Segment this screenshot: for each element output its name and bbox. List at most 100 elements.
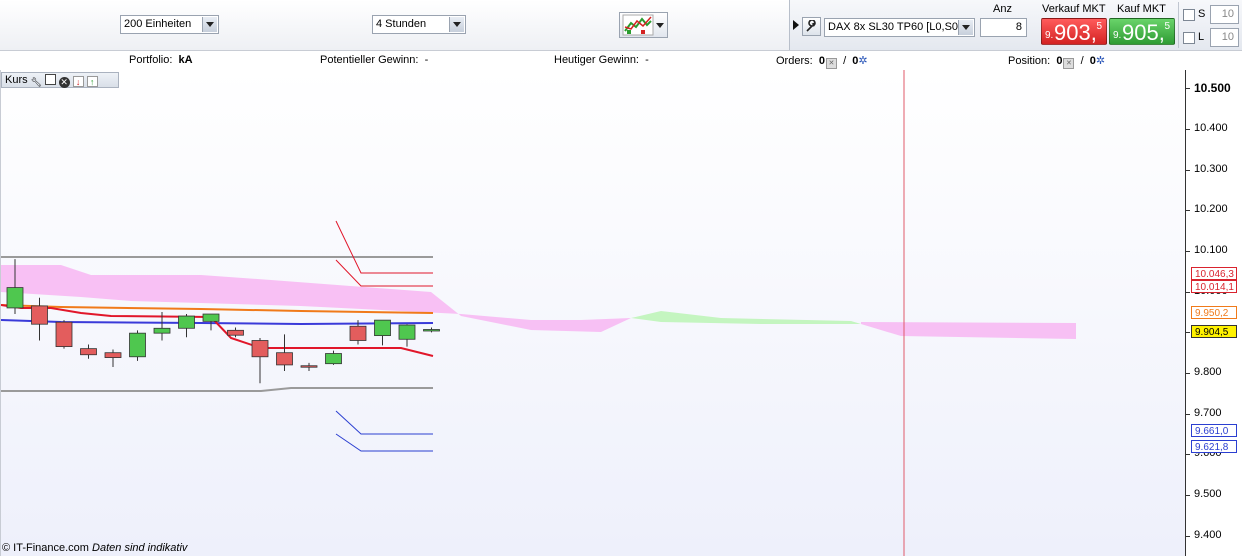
axis-tick-label: 9.700 bbox=[1194, 406, 1222, 419]
axis-tick-label: 10.500 bbox=[1194, 81, 1231, 96]
today-gain-info: Heutiger Gewinn: - bbox=[554, 54, 649, 66]
candle-body[interactable] bbox=[398, 324, 416, 340]
buy-label: Kauf MKT bbox=[1117, 3, 1166, 15]
position-info: Position: 0 ✕ / 0✲ bbox=[1008, 54, 1105, 69]
orders-info: Orders: 0 ✕ / 0✲ bbox=[776, 54, 868, 69]
lower-band-line bbox=[1, 387, 433, 392]
axis-tick-label: 9.800 bbox=[1194, 366, 1222, 379]
collapse-arrow-icon[interactable] bbox=[792, 20, 800, 30]
axis-tick-label: 10.200 bbox=[1194, 203, 1228, 216]
axis-tick-mark bbox=[1186, 454, 1190, 456]
candle-body[interactable] bbox=[202, 313, 220, 322]
sell-price-prefix: 9. bbox=[1045, 30, 1054, 41]
chart-type-button[interactable] bbox=[619, 12, 668, 38]
portfolio-value: kA bbox=[178, 54, 193, 66]
disclaimer-text: Daten sind indikativ bbox=[92, 542, 188, 554]
axis-tick-mark bbox=[1186, 128, 1190, 130]
candle-body[interactable] bbox=[178, 315, 195, 329]
stop-input[interactable]: 10 bbox=[1210, 5, 1239, 24]
axis-tick-mark bbox=[1186, 413, 1190, 415]
sell-label: Verkauf MKT bbox=[1042, 3, 1106, 15]
ichimoku-cloud-green bbox=[631, 311, 861, 324]
position-separator: / bbox=[1080, 55, 1084, 67]
candle-body[interactable] bbox=[31, 305, 48, 325]
copyright-text: © IT-Finance.com bbox=[2, 542, 89, 554]
position-label: Position: bbox=[1008, 55, 1051, 67]
close-orders-icon[interactable]: ✕ bbox=[825, 58, 837, 69]
limit-label: L bbox=[1198, 31, 1205, 43]
forecast-blue-lower bbox=[335, 433, 433, 452]
units-select[interactable]: 200 Einheiten bbox=[120, 15, 219, 34]
potential-gain-label: Potentieller Gewinn: bbox=[320, 54, 419, 66]
wrench-icon[interactable]: 🔧︎ bbox=[31, 77, 42, 88]
price-tag: 9.621,8 bbox=[1191, 439, 1237, 453]
candle-body[interactable] bbox=[423, 329, 440, 332]
axis-tick-mark bbox=[1186, 373, 1190, 375]
chevron-down-icon bbox=[958, 20, 973, 35]
interval-select[interactable]: 4 Stunden bbox=[372, 15, 466, 34]
candle-body[interactable] bbox=[300, 365, 318, 368]
axis-tick-mark bbox=[1186, 535, 1190, 537]
price-tag: 9.904,5 bbox=[1191, 324, 1237, 338]
stop-checkbox[interactable] bbox=[1183, 9, 1195, 21]
divider bbox=[1178, 2, 1179, 48]
candle-body[interactable] bbox=[374, 319, 391, 337]
ichimoku-cloud-pink-right bbox=[861, 322, 1076, 339]
axis-tick-mark bbox=[1186, 169, 1190, 171]
price-tag: 9.661,0 bbox=[1191, 423, 1237, 437]
candle-body[interactable] bbox=[325, 353, 342, 365]
forecast-blue-upper bbox=[335, 410, 433, 435]
units-select-value: 200 Einheiten bbox=[124, 18, 192, 30]
forecast-red-upper bbox=[335, 220, 433, 274]
candle-body[interactable] bbox=[129, 332, 146, 358]
candle-body[interactable] bbox=[80, 348, 97, 356]
chevron-down-icon bbox=[656, 23, 664, 28]
candle-body[interactable] bbox=[6, 287, 24, 309]
axis-tick-label: 10.400 bbox=[1194, 121, 1228, 134]
instrument-select-value: DAX 8x SL30 TP60 [L0,S0] bbox=[828, 21, 962, 33]
sell-price-fraction: 5 bbox=[1096, 21, 1102, 32]
settings-wrench-button[interactable] bbox=[802, 17, 821, 36]
candle-body[interactable] bbox=[276, 352, 293, 366]
info-bar: Portfolio: kA Potentieller Gewinn: - Heu… bbox=[0, 50, 1242, 70]
limit-checkbox[interactable] bbox=[1183, 32, 1195, 44]
window-icon[interactable] bbox=[44, 74, 56, 85]
potential-gain-info: Potentieller Gewinn: - bbox=[320, 54, 428, 66]
axis-tick-label: 9.500 bbox=[1194, 488, 1222, 501]
buy-button[interactable]: 9. 905, 5 bbox=[1109, 18, 1175, 45]
sell-price-main: 903, bbox=[1054, 20, 1097, 45]
price-chart[interactable] bbox=[1, 70, 1186, 556]
kurs-panel-header: Kurs 🔧︎ ✕ ↓ ↑ bbox=[1, 72, 119, 88]
anz-label: Anz bbox=[993, 3, 1012, 15]
buy-price-main: 905, bbox=[1122, 20, 1165, 45]
axis-tick-label: 10.100 bbox=[1194, 243, 1228, 256]
orders-count-a: 0 bbox=[818, 55, 825, 67]
chart-plot-area[interactable] bbox=[0, 70, 1185, 556]
candle-body[interactable] bbox=[251, 340, 269, 358]
kurs-label: Kurs bbox=[5, 74, 28, 86]
candle-body[interactable] bbox=[104, 352, 122, 358]
potential-gain-value: - bbox=[424, 54, 429, 66]
close-position-icon[interactable]: ✕ bbox=[1063, 58, 1075, 69]
limit-input[interactable]: 10 bbox=[1210, 28, 1239, 47]
sell-button[interactable]: 9. 903, 5 bbox=[1041, 18, 1107, 45]
candle-body[interactable] bbox=[349, 325, 367, 341]
today-gain-value: - bbox=[645, 54, 649, 66]
candle-body[interactable] bbox=[153, 327, 171, 334]
price-tag: 10.014,1 bbox=[1191, 279, 1237, 293]
close-icon[interactable]: ✕ bbox=[58, 77, 70, 88]
indicator-chart-icon bbox=[622, 14, 654, 36]
gear-icon[interactable]: ✲ bbox=[858, 54, 867, 67]
buy-price-prefix: 9. bbox=[1113, 30, 1122, 41]
instrument-select[interactable]: DAX 8x SL30 TP60 [L0,S0] bbox=[824, 18, 975, 37]
axis-tick-label: 9.400 bbox=[1194, 528, 1222, 541]
footer: © IT-Finance.com Daten sind indikativ bbox=[2, 542, 187, 554]
candle-body[interactable] bbox=[55, 321, 73, 347]
interval-select-value: 4 Stunden bbox=[376, 18, 427, 30]
arrow-down-icon[interactable]: ↓ bbox=[72, 76, 84, 87]
candle-body[interactable] bbox=[227, 329, 244, 336]
arrow-up-icon[interactable]: ↑ bbox=[86, 76, 98, 87]
orders-label: Orders: bbox=[776, 55, 813, 67]
gear-icon[interactable]: ✲ bbox=[1096, 54, 1105, 67]
anz-input[interactable]: 8 bbox=[980, 18, 1027, 37]
